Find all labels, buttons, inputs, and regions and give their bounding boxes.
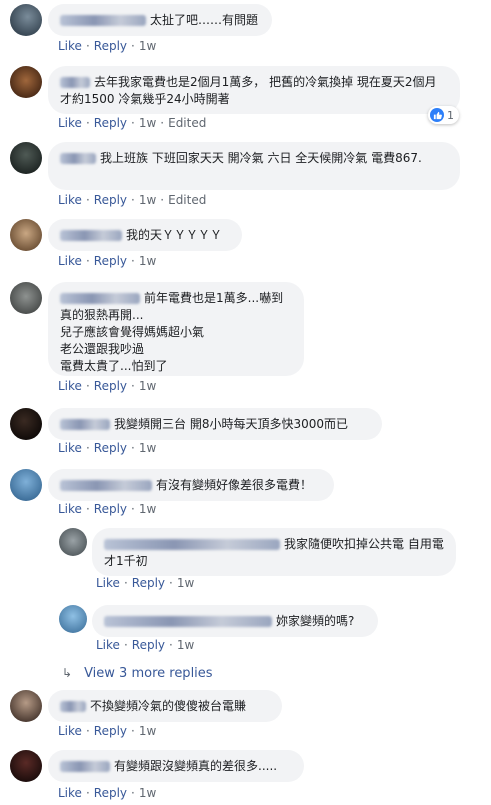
comment-bubble: 我上班族 下班回家天天 開冷氣 六日 全天候開冷氣 電費867.	[48, 142, 460, 190]
avatar[interactable]	[59, 528, 87, 556]
avatar[interactable]	[59, 605, 87, 633]
reply-text: 妳家變頻的嗎?	[276, 614, 355, 628]
comment-text-line: 電費太貴了...怕到了	[60, 359, 168, 373]
view-more-replies-link[interactable]: ↳ View 3 more replies	[62, 666, 213, 681]
like-link[interactable]: Like	[96, 576, 120, 590]
avatar[interactable]	[10, 219, 42, 251]
comment-text: 我變頻開三台 開8小時每天頂多快3000而已	[114, 417, 348, 431]
comment-text-line: 前年電費也是1萬多...嚇到	[144, 291, 284, 305]
timestamp[interactable]: 1w	[139, 39, 156, 53]
reply-link[interactable]: Reply	[94, 379, 127, 393]
comment-actions: Like · Reply · 1w · Edited	[58, 193, 207, 207]
commenter-name-blurred[interactable]	[60, 15, 146, 26]
comment-text-line: 兒子應該會覺得媽媽超小氣	[60, 325, 205, 339]
edited-label[interactable]: Edited	[168, 116, 206, 130]
avatar[interactable]	[10, 750, 42, 782]
comment-text: 不換變頻冷氣的傻傻被台電賺	[90, 699, 247, 713]
avatar[interactable]	[10, 4, 42, 36]
reply-actions: Like · Reply · 1w	[96, 638, 195, 652]
commenter-name-blurred[interactable]	[104, 539, 280, 550]
comment-text: 我的天ＹＹＹＹＹ	[126, 228, 223, 242]
commenter-name-blurred[interactable]	[60, 701, 86, 712]
comment-text-line: 老公還跟我吵過	[60, 342, 145, 356]
comment-text: 去年我家電費也是2個月1萬多， 把舊的冷氣換掉 現在夏天2個月才約1500 冷氣…	[60, 75, 437, 106]
commenter-name-blurred[interactable]	[60, 480, 152, 491]
timestamp[interactable]: 1w	[139, 724, 156, 738]
reply-actions: Like · Reply · 1w	[96, 576, 195, 590]
like-link[interactable]: Like	[96, 638, 120, 652]
reaction-summary[interactable]: 1	[428, 106, 459, 124]
avatar[interactable]	[10, 690, 42, 722]
like-link[interactable]: Like	[58, 379, 82, 393]
comment-bubble: 有沒有變頻好像差很多電費！	[48, 469, 334, 501]
timestamp[interactable]: 1w	[177, 638, 194, 652]
avatar[interactable]	[10, 469, 42, 501]
like-link[interactable]: Like	[58, 39, 82, 53]
comment-actions: Like · Reply · 1w	[58, 502, 157, 516]
comment-text: 有變頻跟沒變頻真的差很多.....	[114, 759, 278, 773]
thumbs-up-icon	[430, 108, 444, 122]
like-link[interactable]: Like	[58, 724, 82, 738]
reply-link[interactable]: Reply	[94, 193, 127, 207]
edited-label[interactable]: Edited	[168, 193, 206, 207]
comment-actions: Like · Reply · 1w	[58, 379, 157, 393]
comment-actions: Like · Reply · 1w	[58, 786, 157, 800]
comment-bubble: 我變頻開三台 開8小時每天頂多快3000而已	[48, 408, 382, 440]
reply-link[interactable]: Reply	[94, 786, 127, 800]
comment-actions: Like · Reply · 1w	[58, 441, 157, 455]
avatar[interactable]	[10, 66, 42, 98]
reply-bubble: 我家隨便吹扣掉公共電 自用電才1千初	[92, 528, 456, 576]
comment-bubble: 太扯了吧……有問題	[48, 4, 272, 36]
comment-text: 我上班族 下班回家天天 開冷氣 六日 全天候開冷氣 電費867.	[100, 151, 422, 165]
comment-bubble: 前年電費也是1萬多...嚇到 真的狠熱再開... 兒子應該會覺得媽媽超小氣 老公…	[48, 282, 304, 376]
like-link[interactable]: Like	[58, 254, 82, 268]
avatar[interactable]	[10, 282, 42, 314]
timestamp[interactable]: 1w	[139, 502, 156, 516]
reaction-count: 1	[447, 108, 454, 122]
comment-text-line: 真的狠熱再開...	[60, 308, 144, 322]
comment-bubble: 不換變頻冷氣的傻傻被台電賺	[48, 690, 282, 722]
like-link[interactable]: Like	[58, 193, 82, 207]
reply-link[interactable]: Reply	[94, 441, 127, 455]
timestamp[interactable]: 1w	[139, 193, 156, 207]
comment-bubble: 有變頻跟沒變頻真的差很多.....	[48, 750, 304, 782]
timestamp[interactable]: 1w	[139, 254, 156, 268]
like-link[interactable]: Like	[58, 116, 82, 130]
comment-actions: Like · Reply · 1w	[58, 724, 157, 738]
commenter-name-blurred[interactable]	[60, 293, 140, 304]
timestamp[interactable]: 1w	[139, 786, 156, 800]
timestamp[interactable]: 1w	[139, 441, 156, 455]
reply-arrow-icon: ↳	[62, 666, 73, 680]
timestamp[interactable]: 1w	[177, 576, 194, 590]
like-link[interactable]: Like	[58, 441, 82, 455]
reply-bubble: 妳家變頻的嗎?	[92, 605, 378, 637]
like-link[interactable]: Like	[58, 786, 82, 800]
view-more-replies-label: View 3 more replies	[84, 666, 213, 681]
timestamp[interactable]: 1w	[139, 379, 156, 393]
comment-bubble: 去年我家電費也是2個月1萬多， 把舊的冷氣換掉 現在夏天2個月才約1500 冷氣…	[48, 66, 460, 114]
reply-link[interactable]: Reply	[94, 39, 127, 53]
reply-link[interactable]: Reply	[94, 724, 127, 738]
avatar[interactable]	[10, 142, 42, 174]
comment-actions: Like · Reply · 1w · Edited	[58, 116, 207, 130]
reply-link[interactable]: Reply	[132, 576, 165, 590]
commenter-name-blurred[interactable]	[60, 761, 110, 772]
comment-actions: Like · Reply · 1w	[58, 254, 157, 268]
reply-link[interactable]: Reply	[132, 638, 165, 652]
like-link[interactable]: Like	[58, 502, 82, 516]
reply-link[interactable]: Reply	[94, 254, 127, 268]
commenter-name-blurred[interactable]	[60, 77, 90, 88]
commenter-name-blurred[interactable]	[104, 616, 272, 627]
comment-bubble: 我的天ＹＹＹＹＹ	[48, 219, 242, 251]
commenter-name-blurred[interactable]	[60, 153, 96, 164]
commenter-name-blurred[interactable]	[60, 419, 110, 430]
commenter-name-blurred[interactable]	[60, 230, 122, 241]
comment-actions: Like · Reply · 1w	[58, 39, 157, 53]
reply-link[interactable]: Reply	[94, 116, 127, 130]
avatar[interactable]	[10, 408, 42, 440]
comment-text: 有沒有變頻好像差很多電費！	[156, 478, 313, 492]
reply-link[interactable]: Reply	[94, 502, 127, 516]
comment-text: 太扯了吧……有問題	[150, 13, 259, 27]
timestamp[interactable]: 1w	[139, 116, 156, 130]
